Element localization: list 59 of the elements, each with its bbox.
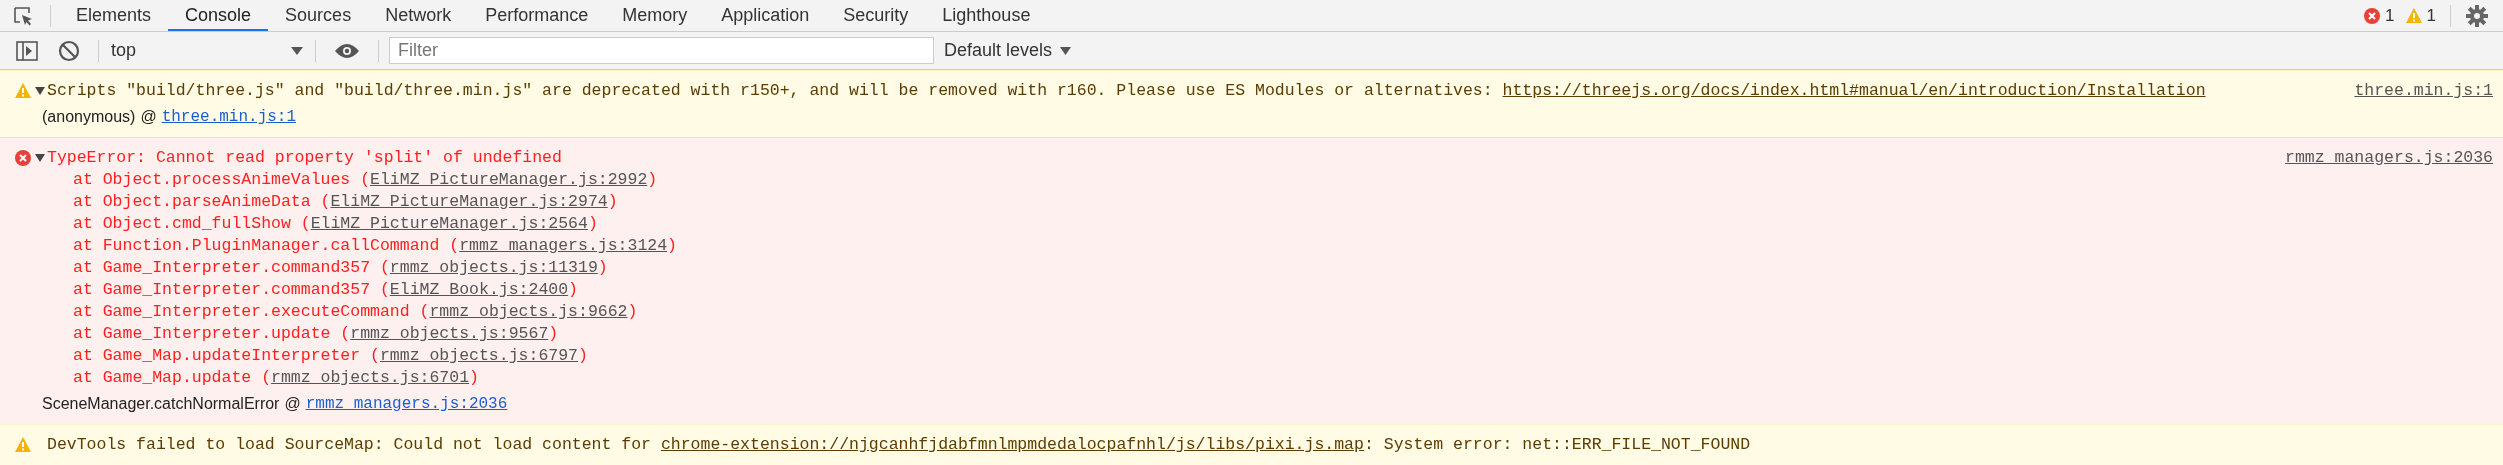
panel-tab[interactable]: Elements [59, 0, 169, 31]
levels-dropdown[interactable]: Default levels [944, 40, 1072, 61]
message-link[interactable]: rmmz_objects.js:11319 [389, 258, 598, 277]
panel-tab[interactable]: Security [826, 0, 926, 31]
panel-tab[interactable]: Lighthouse [925, 0, 1048, 31]
warning-icon [14, 436, 32, 454]
stack-frame: at Object.processAnimeValues (EliMZ_PictureManager.js:2992) [14, 169, 2493, 191]
panel-tab[interactable]: Application [704, 0, 827, 31]
stack-frame: at Game_Map.updateInterpreter (rmmz_objects.js:6797) [14, 345, 2493, 367]
disclosure-arrow-icon[interactable] [35, 86, 45, 96]
message-text: DevTools failed to load SourceMap: Could not load content for chrome-extension://njgcanhfjdabfmnlmpmdedalocpafnhl/js/libs/pixi.js.map: System error: net::ERR_FILE_NOT_FOUND [47, 434, 1752, 456]
stack-frame: at Game_Interpreter.command357 (rmmz_objects.js:11319) [14, 257, 2493, 279]
message-link[interactable]: rmmz_objects.js:6797 [379, 346, 578, 365]
caret-icon [1060, 46, 1072, 55]
message-link[interactable]: rmmz_objects.js:6701 [271, 368, 470, 387]
stack-frame: at Object.parseAnimeData (EliMZ_PictureManager.js:2974) [14, 191, 2493, 213]
stack-frame: at Game_Map.update (rmmz_objects.js:6701) [14, 367, 2493, 389]
warning-icon [14, 82, 32, 100]
sidebar-toggle-icon[interactable] [16, 40, 38, 61]
error-icon [14, 149, 32, 167]
panel-tab[interactable]: Performance [468, 0, 606, 31]
error-icon [2363, 6, 2382, 25]
issue-counts[interactable]: 1 1 [2363, 5, 2442, 26]
message-link[interactable]: rmmz_objects.js:9662 [429, 302, 628, 321]
message-link[interactable]: EliMZ_PictureManager.js:2564 [310, 214, 588, 233]
filter-field[interactable]: Filter [389, 37, 934, 64]
disclosure-arrow-icon[interactable] [35, 153, 45, 163]
source-link[interactable]: three.min.js:1 [2354, 80, 2493, 102]
message-link[interactable]: EliMZ_PictureManager.js:2974 [330, 192, 608, 211]
warning-icon [2404, 6, 2423, 25]
message-link[interactable]: https://threejs.org/docs/index.html#manual/en/introduction/Installation [1502, 81, 2206, 100]
caret-icon [291, 46, 303, 55]
context-dropdown[interactable]: top [107, 40, 307, 61]
message-text: Scripts "build/three.js" and "build/three.min.js" are deprecated with r150+, and will be removed with r160. Please use ES Modules or alternatives: https://threejs.org/docs/index.html#manual/en/introduction/Installation [47, 80, 2207, 102]
stack-frame: at Function.PluginManager.callCommand (rmmz_managers.js:3124) [14, 235, 2493, 257]
stack-frame: at Game_Interpreter.command357 (EliMZ_Book.js:2400) [14, 279, 2493, 301]
settings-icon[interactable] [2465, 3, 2489, 28]
message-link[interactable]: chrome-extension://njgcanhfjdabfmnlmpmdedalocpafnhl/js/libs/pixi.js.map [660, 435, 1364, 454]
eye-icon[interactable] [334, 42, 360, 59]
message-link[interactable]: rmmz_objects.js:9567 [350, 324, 549, 343]
caller-link[interactable]: rmmz_managers.js:2036 [305, 393, 508, 415]
at-sign: @ [140, 107, 157, 127]
panel-tab[interactable]: Memory [605, 0, 705, 31]
source-link[interactable]: rmmz_managers.js:2036 [2285, 147, 2493, 169]
message-link[interactable]: EliMZ_PictureManager.js:2992 [370, 170, 648, 189]
at-sign: @ [284, 394, 301, 414]
message-text: TypeError: Cannot read property 'split' of undefined [47, 147, 563, 169]
panel-tab[interactable]: Network [368, 0, 469, 31]
message-link[interactable]: EliMZ_Book.js:2400 [389, 280, 569, 299]
message-link[interactable]: rmmz_managers.js:3124 [459, 236, 668, 255]
stack-frame: at Game_Interpreter.update (rmmz_objects.js:9567) [14, 323, 2493, 345]
clear-icon[interactable] [58, 39, 80, 62]
caller-link[interactable]: three.min.js:1 [161, 106, 297, 128]
stack-frame: at Object.cmd_fullShow (EliMZ_PictureManager.js:2564) [14, 213, 2493, 235]
panel-tab[interactable]: Sources [268, 0, 369, 31]
caller-name: SceneManager.catchNormalError [42, 394, 280, 414]
caller-name: (anonymous) [42, 107, 136, 127]
stack-frame: at Game_Interpreter.executeCommand (rmmz_objects.js:9662) [14, 301, 2493, 323]
inspect-icon[interactable] [12, 4, 34, 27]
